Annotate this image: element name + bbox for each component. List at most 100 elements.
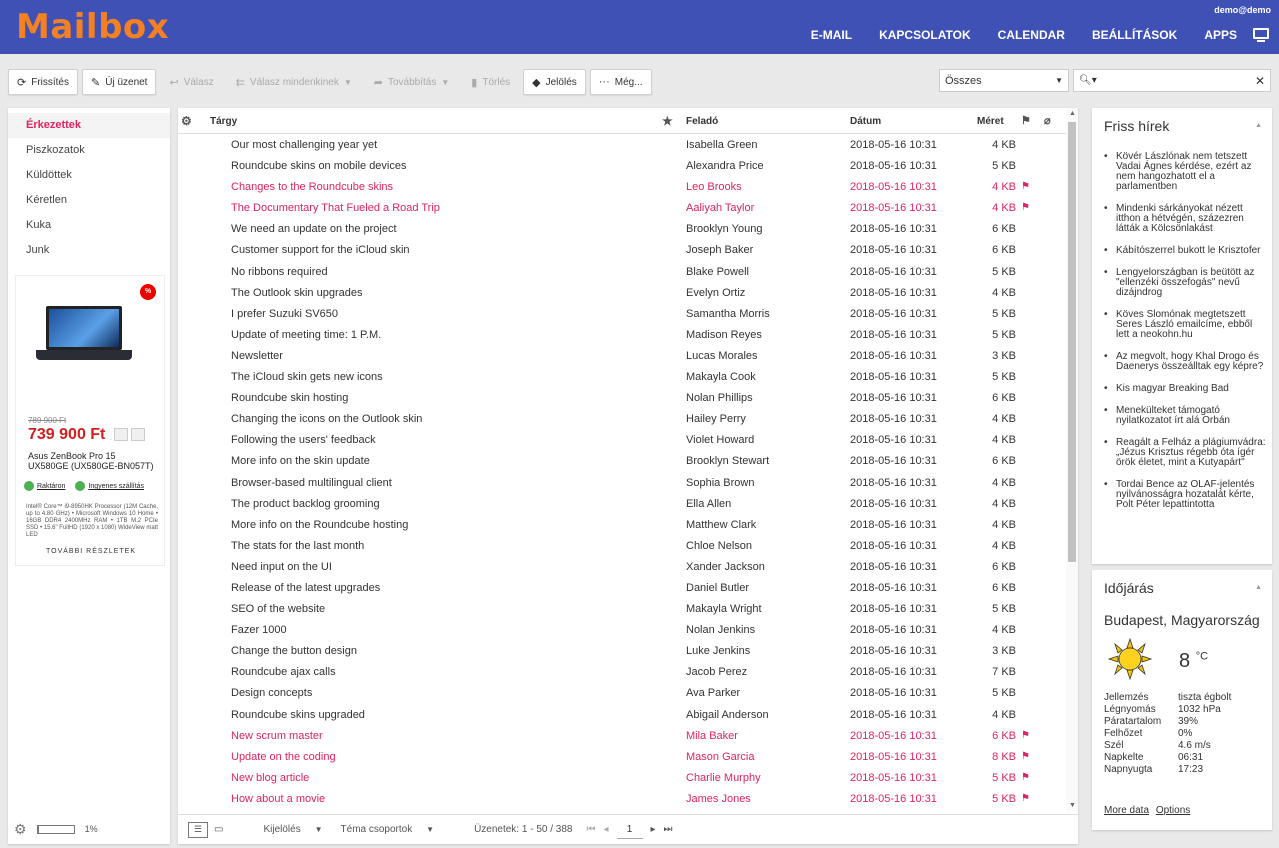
- news-item[interactable]: Tordai Bence az OLAF-jelentés nyilvánoss…: [1104, 480, 1266, 510]
- message-row[interactable]: New blog article Charlie Murphy 2018-05-16…: [178, 768, 1064, 789]
- news-item[interactable]: Kövér Lászlónak nem tetszett Vadai Ágnes…: [1104, 152, 1266, 192]
- news-item[interactable]: Köves Slomónak megtetszett Seres László …: [1104, 310, 1266, 340]
- col-subject[interactable]: Tárgy: [210, 116, 237, 127]
- close-icon[interactable]: ✕: [1255, 74, 1265, 88]
- advertisement[interactable]: % 789 900 Ft 739 900 Ft Asus ZenBook Pro…: [15, 275, 165, 566]
- filter-select[interactable]: Összes ▼: [939, 69, 1069, 92]
- nav-apps[interactable]: APPS: [1204, 28, 1237, 42]
- chevron-down-icon[interactable]: ▼: [344, 78, 352, 87]
- col-size[interactable]: Méret: [977, 116, 1004, 127]
- select-menu[interactable]: Kijelölés ▼: [263, 824, 322, 835]
- flag-icon[interactable]: ⚑: [1021, 751, 1030, 762]
- ad-more-link[interactable]: TOVÁBBI RÉSZLETEK: [16, 548, 166, 555]
- message-row[interactable]: More info on the skin update Brooklyn Ste…: [178, 451, 1064, 472]
- preview-toggle-icon[interactable]: ▭: [214, 824, 223, 835]
- message-row[interactable]: Update of meeting time: 1 P.M. Madison Re…: [178, 325, 1064, 346]
- col-from[interactable]: Feladó: [686, 116, 718, 127]
- flag-icon[interactable]: ⚑: [1021, 793, 1030, 804]
- compose-button[interactable]: ✎ Új üzenet: [82, 69, 157, 95]
- star-icon[interactable]: ★: [662, 114, 673, 128]
- message-row[interactable]: Need input on the UI Xander Jackson 2018-0…: [178, 557, 1064, 578]
- nav-email[interactable]: E-MAIL: [811, 28, 852, 42]
- collapse-icon[interactable]: ▲: [1255, 584, 1262, 591]
- message-row[interactable]: Roundcube ajax calls Jacob Perez 2018-05-1…: [178, 662, 1064, 683]
- folder-junk[interactable]: Junk: [8, 238, 170, 263]
- message-row[interactable]: Roundcube skin hosting Nolan Phillips 2018…: [178, 388, 1064, 409]
- list-view-icon[interactable]: ☰: [188, 821, 208, 838]
- news-item[interactable]: Lengyelországban is beütött az "ellenzék…: [1104, 268, 1266, 298]
- message-row[interactable]: We need an update on the project Brooklyn…: [178, 219, 1064, 240]
- next-page-icon[interactable]: ▸: [651, 824, 656, 835]
- flag-icon[interactable]: ⚑: [1021, 772, 1030, 783]
- message-row[interactable]: Release of the latest upgrades Daniel But…: [178, 578, 1064, 599]
- message-row[interactable]: Changes to the Roundcube skins Leo Brooks…: [178, 177, 1064, 198]
- message-row[interactable]: No ribbons required Blake Powell 2018-05-1…: [178, 262, 1064, 283]
- reply-button[interactable]: ↩ Válasz: [160, 69, 222, 95]
- flag-icon[interactable]: ⚑: [1021, 181, 1030, 192]
- desktop-icon[interactable]: [1253, 28, 1269, 42]
- message-row[interactable]: Update on the coding Mason Garcia 2018-05-…: [178, 747, 1064, 768]
- compare-icon[interactable]: [131, 428, 145, 441]
- prev-page-icon[interactable]: ◂: [603, 824, 608, 835]
- first-page-icon[interactable]: ⏮: [586, 824, 595, 835]
- col-date[interactable]: Dátum: [850, 116, 881, 127]
- folder-sent[interactable]: Küldöttek: [8, 163, 170, 188]
- threads-menu[interactable]: Téma csoportok ▼: [341, 824, 435, 835]
- news-item[interactable]: Kis magyar Breaking Bad: [1104, 384, 1266, 395]
- news-item[interactable]: Az megvolt, hogy Khal Drogo és Daenerys …: [1104, 352, 1266, 372]
- message-row[interactable]: Change the button design Luke Jenkins 2018…: [178, 641, 1064, 662]
- heart-icon[interactable]: [114, 428, 128, 441]
- nav-calendar[interactable]: CALENDAR: [998, 28, 1065, 42]
- message-row[interactable]: The product backlog grooming Ella Allen 20…: [178, 494, 1064, 515]
- message-row[interactable]: Browser-based multilingual client Sophia …: [178, 473, 1064, 494]
- folder-inbox[interactable]: Érkezettek: [8, 113, 170, 138]
- message-row[interactable]: Fazer 1000 Nolan Jenkins 2018-05-16 10:31 4…: [178, 620, 1064, 641]
- collapse-icon[interactable]: ▲: [1255, 122, 1262, 129]
- list-scrollbar[interactable]: ▲ ▼: [1066, 108, 1078, 811]
- mark-button[interactable]: ◆ Jelölés: [523, 69, 586, 95]
- message-row[interactable]: New scrum master Mila Baker 2018-05-16 10:…: [178, 726, 1064, 747]
- flag-icon[interactable]: ⚑: [1021, 114, 1031, 127]
- forward-button[interactable]: ➦ Továbbítás ▼: [365, 69, 459, 95]
- nav-contacts[interactable]: KAPCSOLATOK: [879, 28, 971, 42]
- news-item[interactable]: Menekülteket támogató nyilatkozatot írt …: [1104, 406, 1266, 426]
- message-row[interactable]: Our most challenging year yet Isabella Gr…: [178, 135, 1064, 156]
- message-row[interactable]: Changing the icons on the Outlook skin Ha…: [178, 409, 1064, 430]
- search-input[interactable]: [1100, 74, 1251, 87]
- message-row[interactable]: More info on the Roundcube hosting Matthe…: [178, 515, 1064, 536]
- message-row[interactable]: SEO of the website Makayla Wright 2018-05-…: [178, 599, 1064, 620]
- attachment-icon[interactable]: ⌀: [1044, 114, 1051, 127]
- options-link[interactable]: Options: [1156, 805, 1190, 816]
- chevron-down-icon[interactable]: ▼: [441, 78, 449, 87]
- delete-button[interactable]: ▮ Törlés: [462, 69, 519, 95]
- folder-spam[interactable]: Kéretlen: [8, 188, 170, 213]
- refresh-button[interactable]: ⟳ Frissítés: [8, 69, 78, 95]
- message-row[interactable]: Roundcube skins upgraded Abigail Anderson…: [178, 705, 1064, 726]
- news-item[interactable]: Mindenki sárkányokat nézett itthon a hét…: [1104, 204, 1266, 234]
- message-row[interactable]: How about a movie James Jones 2018-05-16 1…: [178, 789, 1064, 810]
- user-email[interactable]: demo@demo: [1214, 5, 1271, 15]
- flag-icon[interactable]: ⚑: [1021, 202, 1030, 213]
- message-row[interactable]: Roundcube skins on mobile devices Alexand…: [178, 156, 1064, 177]
- message-row[interactable]: The Documentary That Fueled a Road Trip A…: [178, 198, 1064, 219]
- gear-icon[interactable]: ⚙: [14, 821, 27, 838]
- flag-icon[interactable]: ⚑: [1021, 730, 1030, 741]
- reply-all-button[interactable]: ⇇ Válasz mindenkinek ▼: [227, 69, 361, 95]
- message-row[interactable]: The Outlook skin upgrades Evelyn Ortiz 201…: [178, 283, 1064, 304]
- message-row[interactable]: Design concepts Ava Parker 2018-05-16 10:3…: [178, 683, 1064, 704]
- news-item[interactable]: Reagált a Felház a plágiumvádra: „Jézus …: [1104, 438, 1266, 468]
- news-item[interactable]: Kábítószerrel bukott le Krisztofer: [1104, 246, 1266, 257]
- last-page-icon[interactable]: ⏭: [664, 824, 673, 835]
- nav-settings[interactable]: BEÁLLÍTÁSOK: [1092, 28, 1177, 42]
- search-options-icon[interactable]: 🔍︎▾: [1079, 75, 1097, 86]
- scroll-thumb[interactable]: [1068, 122, 1076, 562]
- message-row[interactable]: Following the users' feedback Violet Howa…: [178, 430, 1064, 451]
- folder-trash[interactable]: Kuka: [8, 213, 170, 238]
- list-options-gear-icon[interactable]: ⚙: [181, 114, 192, 128]
- more-button[interactable]: ··· Még...: [589, 69, 652, 95]
- folder-drafts[interactable]: Piszkozatok: [8, 138, 170, 163]
- message-row[interactable]: The iCloud skin gets new icons Makayla Co…: [178, 367, 1064, 388]
- scroll-down-icon[interactable]: ▼: [1069, 802, 1076, 809]
- message-row[interactable]: The stats for the last month Chloe Nelson…: [178, 536, 1064, 557]
- message-row[interactable]: Newsletter Lucas Morales 2018-05-16 10:31 3…: [178, 346, 1064, 367]
